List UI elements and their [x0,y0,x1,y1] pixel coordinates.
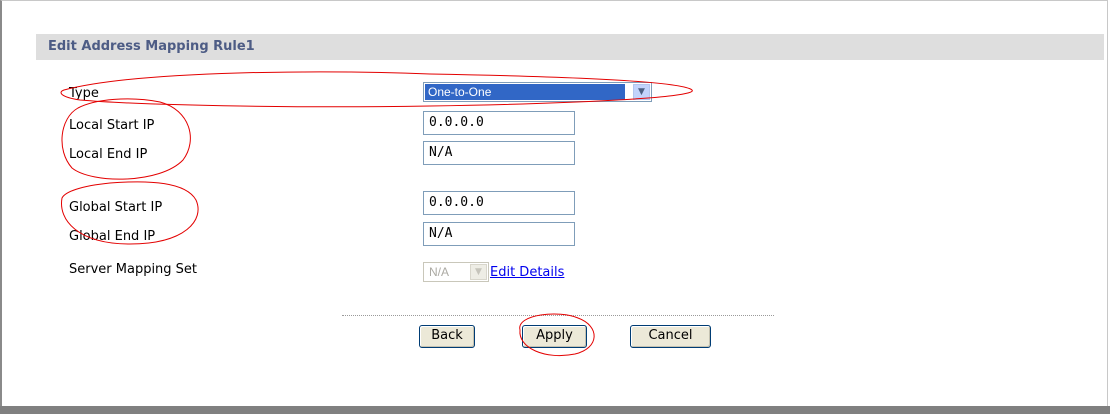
global-start-ip-input[interactable]: 0.0.0.0 [423,191,575,215]
global-start-ip-label: Global Start IP [69,200,163,215]
type-select-value: One-to-One [425,84,625,100]
chevron-down-icon[interactable]: ▼ [633,84,650,100]
local-start-ip-input[interactable]: 0.0.0.0 [423,111,575,135]
apply-button[interactable]: Apply [522,325,587,348]
type-select[interactable]: One-to-One ▼ [423,82,652,102]
type-label: Type [69,86,99,101]
window-bottom-border [0,406,1110,414]
local-end-ip-input[interactable]: N/A [423,141,575,165]
global-end-ip-label: Global End IP [69,229,156,244]
edit-details-link[interactable]: Edit Details [490,265,564,280]
global-end-ip-input[interactable]: N/A [423,222,575,246]
server-mapping-set-value: N/A [429,265,450,279]
page-title: Edit Address Mapping Rule1 [48,39,255,54]
cancel-button[interactable]: Cancel [630,325,711,348]
server-mapping-set-label: Server Mapping Set [69,262,198,277]
divider [342,315,774,316]
section-header: Edit Address Mapping Rule1 [36,34,1104,60]
server-mapping-set-select: N/A ▼ [423,262,489,282]
chevron-down-icon: ▼ [470,264,487,280]
back-button[interactable]: Back [419,325,475,348]
local-start-ip-label: Local Start IP [69,118,155,133]
local-end-ip-label: Local End IP [69,147,148,162]
